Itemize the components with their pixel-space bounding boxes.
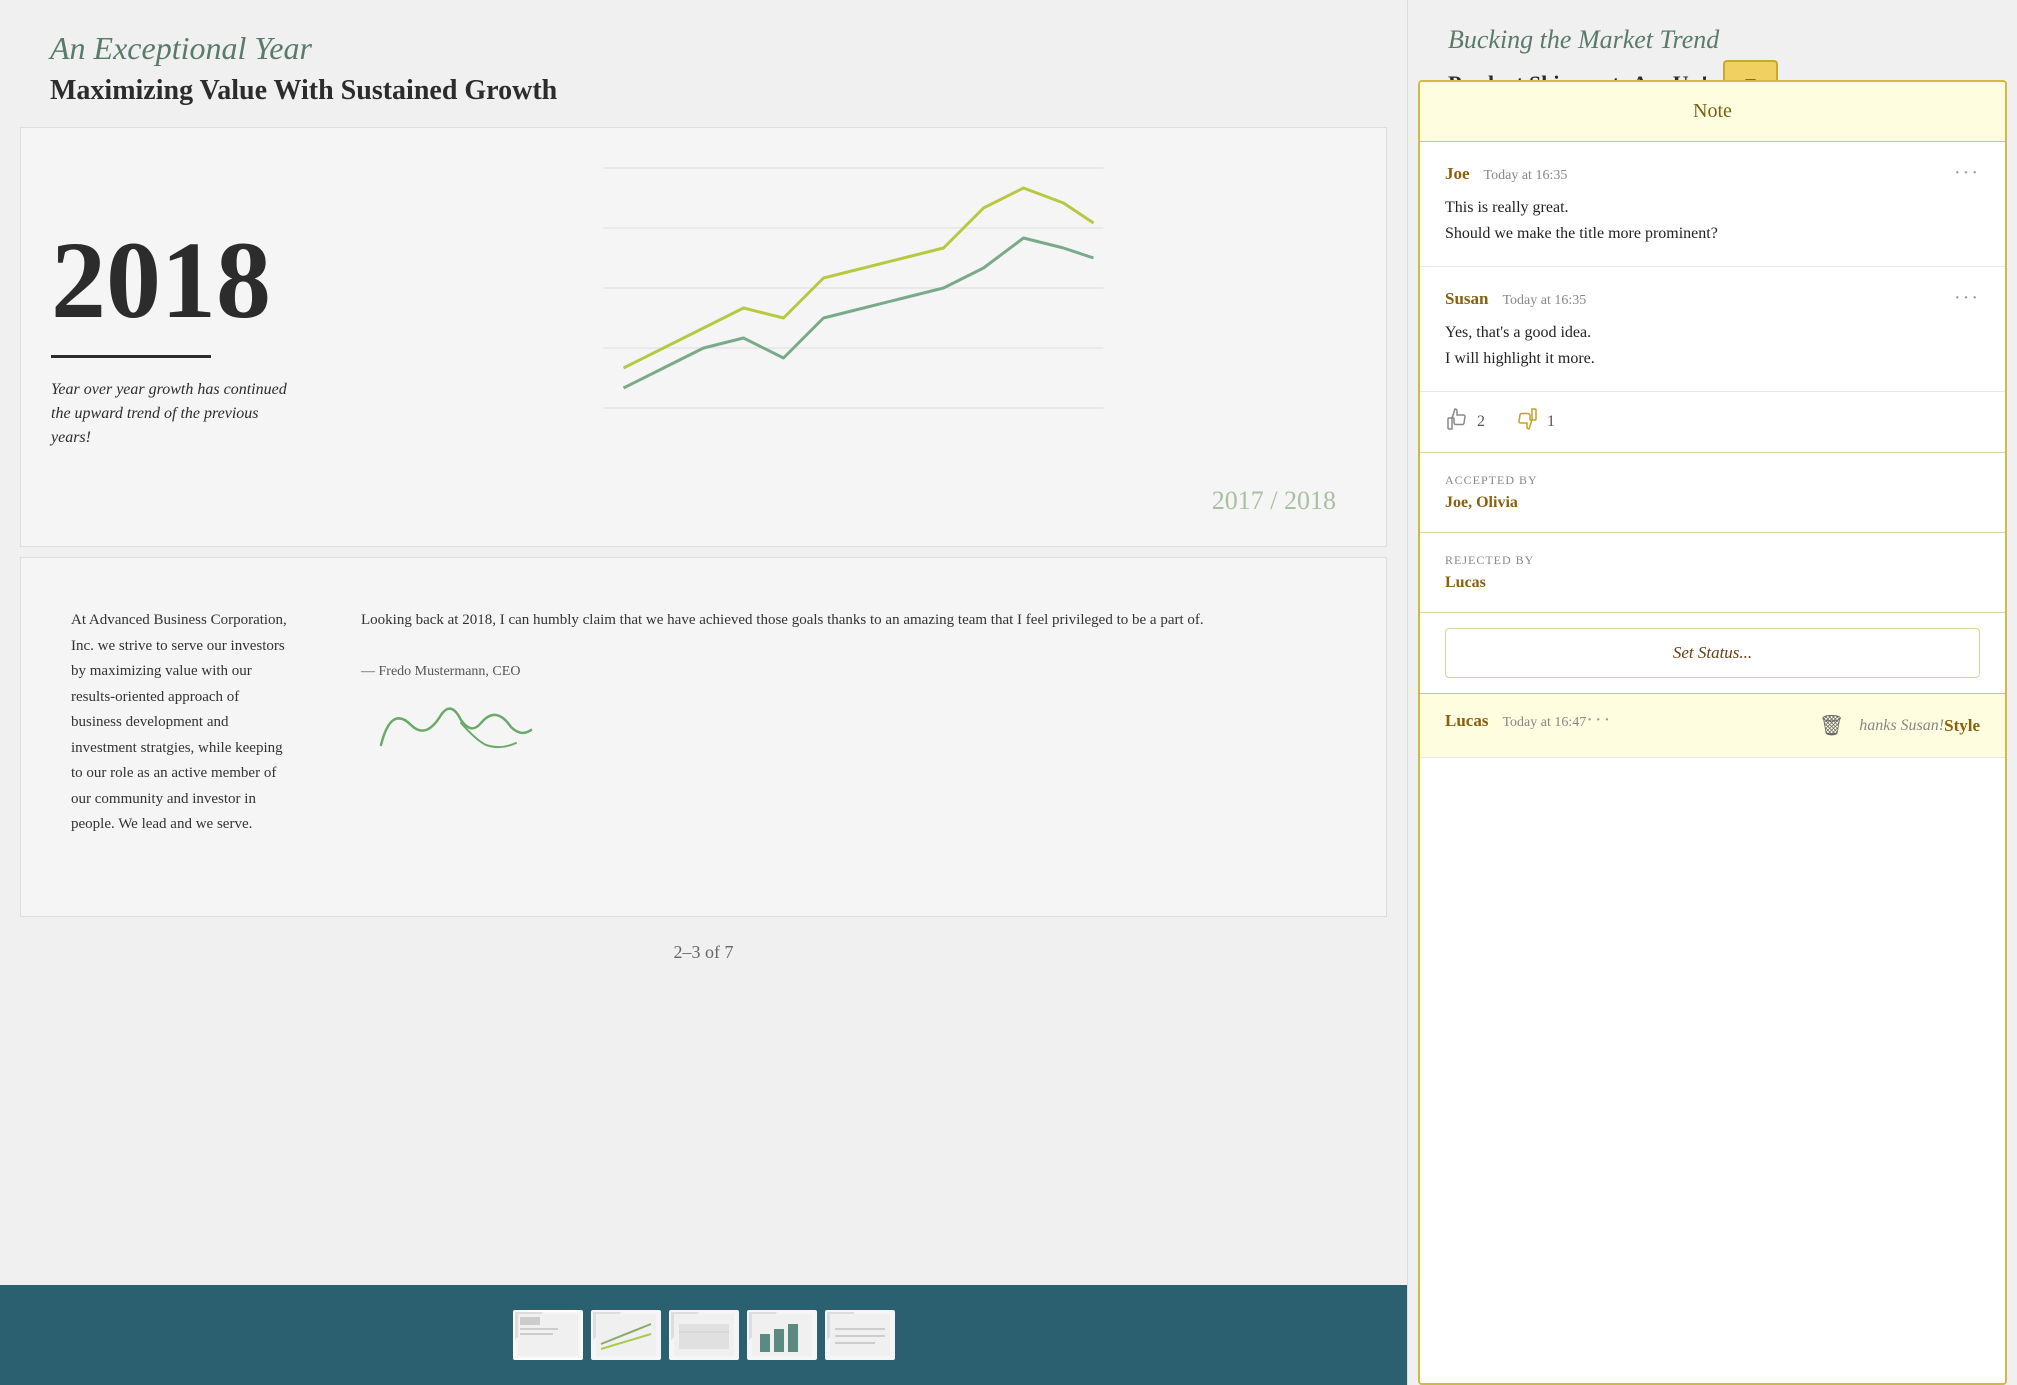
comment-joe-line2: Should we make the title more prominent? [1445,221,1980,247]
comment-joe-author: Joe [1445,164,1470,183]
signature-area: — Fredo Mustermann, CEO [361,654,1356,770]
ceo-quote: Looking back at 2018, I can humbly claim… [361,608,1356,634]
thumb-3-inner [671,1312,737,1358]
like-count: 2 [1477,413,1485,431]
thumbnail-5[interactable] [825,1310,895,1360]
accepted-by-label: ACCEPTED BY [1445,473,1980,488]
year-display: 2018 [51,225,291,335]
bottom-comment: Lucas Today at 16:47 ··· 🗑 hanks Susan! … [1420,693,2005,758]
slide-2-left: At Advanced Business Corporation, Inc. w… [21,558,321,916]
note-panel-header: Note [1420,82,2005,142]
thumbs-up-icon [1445,407,1469,437]
comment-susan-line1: Yes, that's a good idea. [1445,320,1980,346]
style-button[interactable]: Style [1944,716,1980,736]
page-indicator: 2–3 of 7 [0,927,1407,978]
thumbnail-2[interactable] [591,1310,661,1360]
slide-header: An Exceptional Year Maximizing Value Wit… [0,0,1407,127]
rejected-by-value: Lucas [1445,574,1980,592]
slide-2-right: Looking back at 2018, I can humbly claim… [321,558,1386,916]
thumbnail-4[interactable] [747,1310,817,1360]
comment-susan-line2: I will highlight it more. [1445,346,1980,372]
comment-susan-author-area: Susan Today at 16:35 [1445,289,1586,309]
accepted-by-section: ACCEPTED BY Joe, Olivia [1420,453,2005,533]
comment-susan: Susan Today at 16:35 ··· Yes, that's a g… [1420,267,2005,392]
slide-2[interactable]: At Advanced Business Corporation, Inc. w… [20,557,1387,917]
thumbnail-strip [0,1285,1407,1385]
chart-svg [351,148,1356,428]
note-panel-content[interactable]: Joe Today at 16:35 ··· This is really gr… [1420,142,2005,1383]
comment-susan-body: Yes, that's a good idea. I will highligh… [1445,320,1980,371]
thumbnail-3[interactable] [669,1310,739,1360]
slide-1-left: 2018 Year over year growth has continued… [21,128,321,546]
note-panel: Note Joe Today at 16:35 ··· This is real… [1418,80,2007,1385]
accepted-by-value: Joe, Olivia [1445,494,1980,512]
chart-label: 2017 / 2018 [1212,486,1336,516]
comment-joe-body: This is really great. Should we make the… [1445,195,1980,246]
thumb-2-inner [593,1312,659,1358]
left-panel: An Exceptional Year Maximizing Value Wit… [0,0,1407,1385]
ceo-name: — Fredo Mustermann, CEO [361,664,1356,680]
slide-1-chart: 2017 / 2018 [321,128,1386,546]
comment-susan-more[interactable]: ··· [1954,287,1980,310]
thumb-4-inner [749,1312,815,1358]
comment-joe-time: Today at 16:35 [1484,168,1568,183]
slide-1[interactable]: 2018 Year over year growth has continued… [20,127,1387,547]
comment-joe-header: Joe Today at 16:35 ··· [1445,162,1980,185]
comment-susan-time: Today at 16:35 [1502,293,1586,308]
lucas-time: Today at 16:47 [1502,715,1586,730]
company-text: At Advanced Business Corporation, Inc. w… [71,608,291,838]
like-button[interactable]: 2 [1445,407,1485,437]
main-container: An Exceptional Year Maximizing Value Wit… [0,0,2017,1385]
comment-joe: Joe Today at 16:35 ··· This is really gr… [1420,142,2005,267]
slide-subtitle: Maximizing Value With Sustained Growth [50,75,1357,107]
year-underline [51,355,211,358]
trash-icon[interactable]: 🗑 [1819,713,1844,738]
comment-joe-author-area: Joe Today at 16:35 [1445,164,1567,184]
bottom-comment-header: Lucas Today at 16:47 ··· [1445,709,1612,732]
thumbs-down-icon [1515,407,1539,437]
thumb-5-inner [827,1312,893,1358]
bottom-comment-text: hanks Susan! [1859,717,1944,735]
slide-area: An Exceptional Year Maximizing Value Wit… [0,0,1407,1285]
lucas-author: Lucas [1445,711,1488,730]
growth-text: Year over year growth has continued the … [51,378,291,450]
set-status-button[interactable]: Set Status... [1445,628,1980,678]
dislike-button[interactable]: 1 [1515,407,1555,437]
dislike-count: 1 [1547,413,1555,431]
lucas-more[interactable]: ··· [1586,709,1612,732]
signature-svg [361,685,541,765]
comment-susan-author: Susan [1445,289,1488,308]
comment-susan-header: Susan Today at 16:35 ··· [1445,287,1980,310]
thumbnail-1[interactable] [513,1310,583,1360]
comment-joe-more[interactable]: ··· [1954,162,1980,185]
slide-title: An Exceptional Year [50,30,1357,67]
thumb-1-inner [515,1312,581,1358]
reactions-area: 2 1 [1420,392,2005,453]
right-title: Bucking the Market Trend [1448,25,1977,55]
bottom-comment-author-area: Lucas Today at 16:47 [1445,711,1586,731]
rejected-by-label: REJECTED BY [1445,553,1980,568]
comment-joe-line1: This is really great. [1445,195,1980,221]
right-panel: Bucking the Market Trend Product Shipmen… [1407,0,2017,1385]
rejected-by-section: REJECTED BY Lucas [1420,533,2005,613]
